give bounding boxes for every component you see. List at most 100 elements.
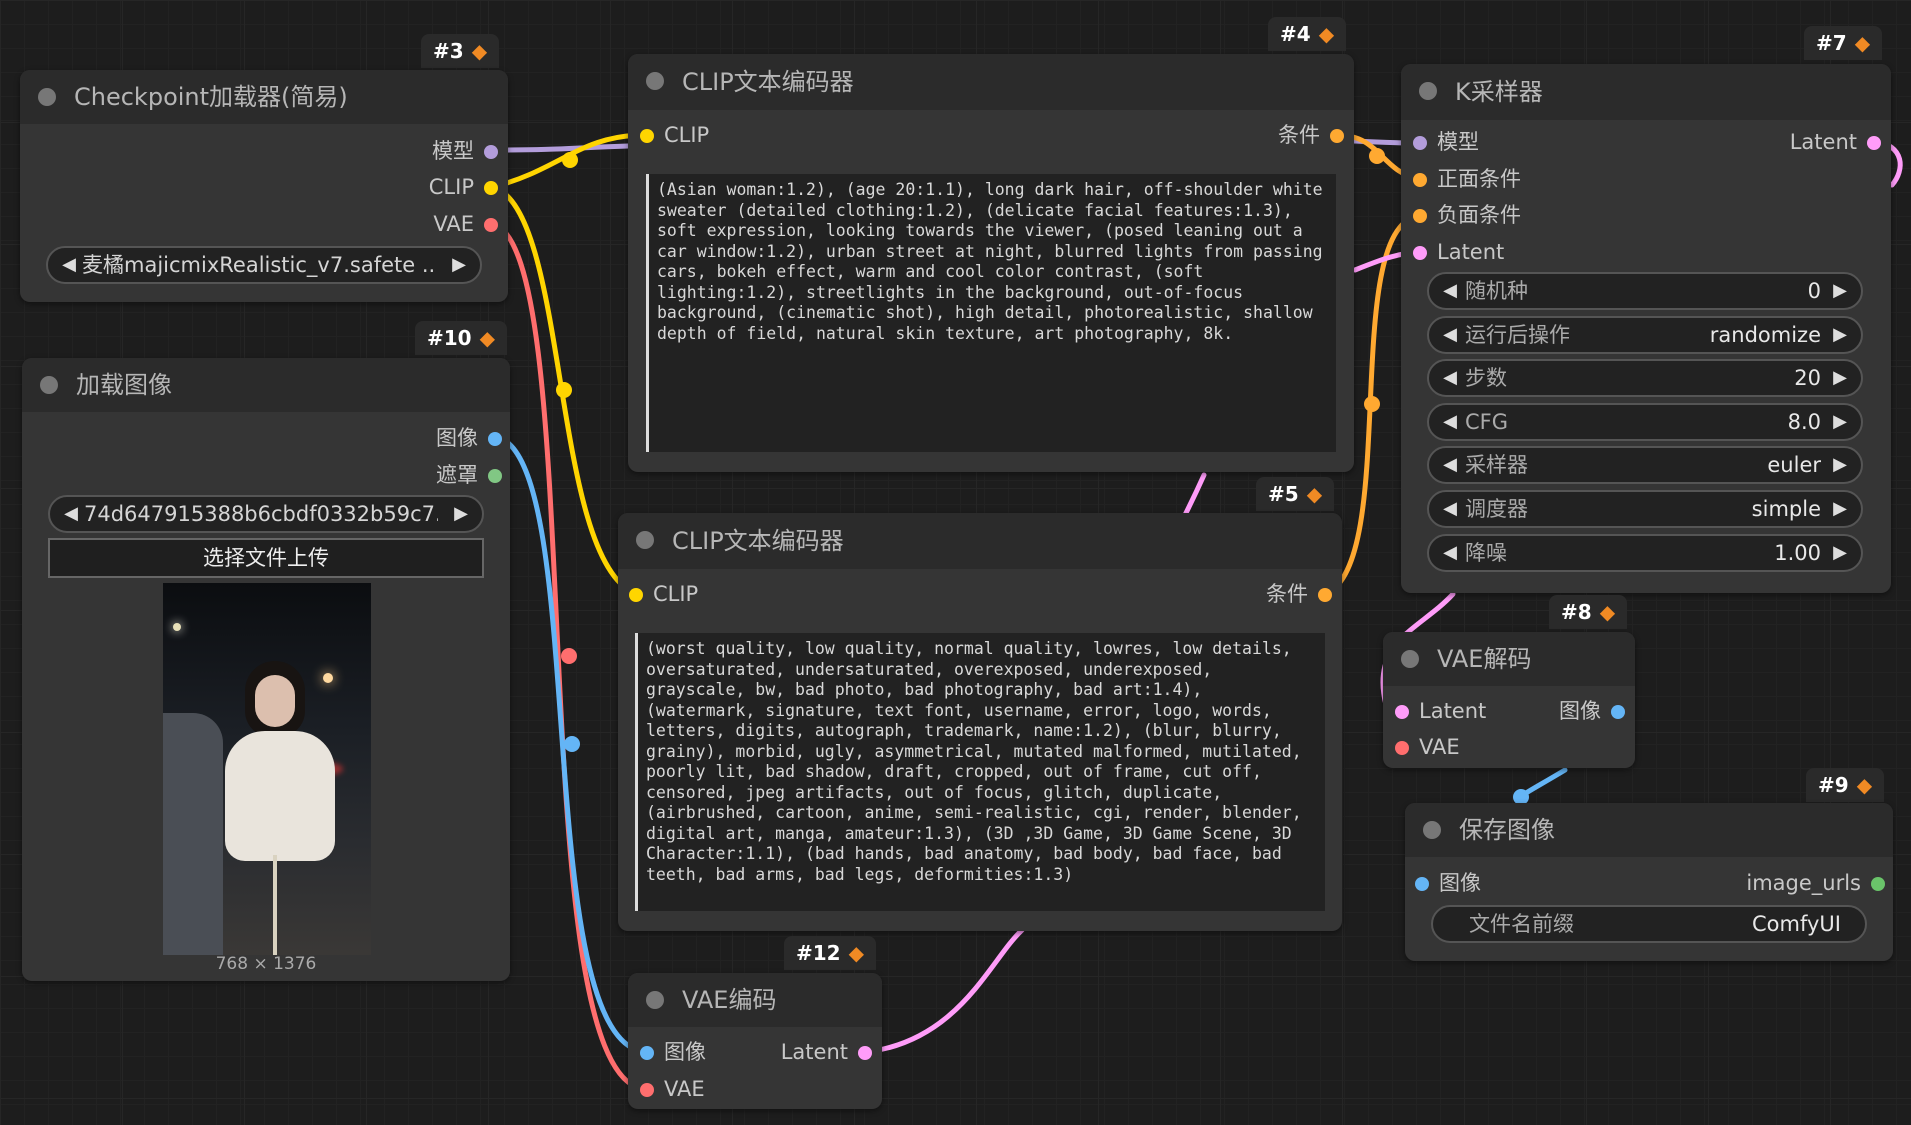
checkpoint-loader-node[interactable]: Checkpoint加载器(简易) 模型 CLIP VAE ◀ 麦橘majicm… (20, 70, 508, 302)
clip-text-encode-positive-node[interactable]: CLIP文本编码器 CLIP 条件 (Asian woman:1.2), (ag… (628, 54, 1354, 472)
arrow-right-icon[interactable]: ▶ (1825, 492, 1855, 526)
filename-prefix-widget[interactable]: 文件名前缀 ComfyUI (1431, 905, 1867, 943)
input-negative[interactable]: 负面条件 (1413, 200, 1521, 230)
collapse-dot-icon[interactable] (1423, 821, 1441, 839)
clip-text-encode-negative-node[interactable]: CLIP文本编码器 CLIP 条件 (worst quality, low qu… (618, 513, 1342, 931)
input-latent[interactable]: Latent (1395, 696, 1486, 726)
input-model[interactable]: 模型 (1413, 127, 1479, 157)
slot-dot-icon[interactable] (1318, 588, 1332, 602)
node-title[interactable]: 加载图像 (22, 358, 510, 412)
collapse-dot-icon[interactable] (40, 376, 58, 394)
vae-decode-node[interactable]: VAE解码 Latent VAE 图像 (1383, 632, 1635, 768)
vae-encode-node[interactable]: VAE编码 图像 VAE Latent (628, 973, 882, 1109)
arrow-left-icon[interactable]: ◀ (1435, 448, 1465, 482)
arrow-left-icon[interactable]: ◀ (54, 248, 84, 282)
control-after-generate-widget[interactable]: ◀ 运行后操作 randomize ▶ (1427, 316, 1863, 354)
collapse-dot-icon[interactable] (646, 72, 664, 90)
prompt-textarea[interactable]: (worst quality, low quality, normal qual… (635, 633, 1325, 911)
arrow-right-icon[interactable]: ▶ (444, 248, 474, 282)
arrow-left-icon[interactable]: ◀ (1435, 318, 1465, 352)
input-latent[interactable]: Latent (1413, 237, 1504, 267)
arrow-right-icon[interactable]: ▶ (1825, 318, 1855, 352)
output-image[interactable]: 图像 (1559, 696, 1625, 726)
slot-dot-icon[interactable] (1871, 877, 1885, 891)
arrow-right-icon[interactable]: ▶ (1825, 274, 1855, 308)
ckpt-name-combo[interactable]: ◀ 麦橘majicmixRealistic_v7.safete ... ▶ (46, 246, 482, 284)
node-title[interactable]: 保存图像 (1405, 803, 1893, 857)
sampler-widget[interactable]: ◀ 采样器 euler ▶ (1427, 446, 1863, 484)
slot-dot-icon[interactable] (1395, 741, 1409, 755)
slot-dot-icon[interactable] (1413, 209, 1427, 223)
slot-dot-icon[interactable] (640, 1046, 654, 1060)
input-clip[interactable]: CLIP (640, 120, 709, 150)
slot-dot-icon[interactable] (1413, 136, 1427, 150)
slot-dot-icon[interactable] (1415, 877, 1429, 891)
node-title[interactable]: VAE编码 (628, 973, 882, 1027)
arrow-right-icon[interactable]: ▶ (1825, 448, 1855, 482)
input-vae[interactable]: VAE (1395, 732, 1460, 762)
arrow-left-icon[interactable]: ◀ (56, 497, 86, 531)
slot-dot-icon[interactable] (1611, 705, 1625, 719)
slot-dot-icon[interactable] (488, 432, 502, 446)
prompt-textarea[interactable]: (Asian woman:1.2), (age 20:1.1), long da… (646, 174, 1336, 452)
output-vae[interactable]: VAE (433, 209, 498, 239)
arrow-left-icon[interactable]: ◀ (1435, 274, 1465, 308)
slot-dot-icon[interactable] (484, 218, 498, 232)
input-clip[interactable]: CLIP (629, 579, 698, 609)
output-mask[interactable]: 遮罩 (436, 460, 502, 490)
slot-dot-icon[interactable] (640, 1083, 654, 1097)
scheduler-widget[interactable]: ◀ 调度器 simple ▶ (1427, 490, 1863, 528)
collapse-dot-icon[interactable] (1419, 82, 1437, 100)
arrow-left-icon[interactable]: ◀ (1435, 405, 1465, 439)
input-image[interactable]: 图像 (1415, 868, 1481, 898)
collapse-dot-icon[interactable] (636, 531, 654, 549)
cfg-widget[interactable]: ◀ CFG 8.0 ▶ (1427, 403, 1863, 441)
input-vae[interactable]: VAE (640, 1074, 705, 1104)
slot-dot-icon[interactable] (488, 469, 502, 483)
node-title[interactable]: CLIP文本编码器 (628, 54, 1354, 110)
output-conditioning[interactable]: 条件 (1278, 120, 1344, 150)
steps-widget[interactable]: ◀ 步数 20 ▶ (1427, 359, 1863, 397)
node-title[interactable]: CLIP文本编码器 (618, 513, 1342, 569)
input-positive[interactable]: 正面条件 (1413, 164, 1521, 194)
save-image-node[interactable]: 保存图像 图像 image_urls 文件名前缀 ComfyUI (1405, 803, 1893, 961)
output-clip[interactable]: CLIP (429, 172, 498, 202)
output-latent[interactable]: Latent (781, 1037, 872, 1067)
arrow-right-icon[interactable]: ▶ (1825, 405, 1855, 439)
slot-dot-icon[interactable] (1413, 246, 1427, 260)
slot-dot-icon[interactable] (858, 1046, 872, 1060)
slot-dot-icon[interactable] (1867, 136, 1881, 150)
slot-dot-icon[interactable] (484, 181, 498, 195)
arrow-left-icon[interactable]: ◀ (1435, 492, 1465, 526)
output-latent[interactable]: Latent (1790, 127, 1881, 157)
slot-dot-icon[interactable] (1330, 129, 1344, 143)
arrow-right-icon[interactable]: ▶ (446, 497, 476, 531)
slot-dot-icon[interactable] (629, 588, 643, 602)
output-conditioning[interactable]: 条件 (1266, 579, 1332, 609)
load-image-node[interactable]: 加载图像 图像 遮罩 ◀ 74d647915388b6cbdf0332b59c7… (22, 358, 510, 981)
arrow-right-icon[interactable]: ▶ (1825, 361, 1855, 395)
slot-dot-icon[interactable] (1395, 705, 1409, 719)
ksampler-node[interactable]: K采样器 模型 正面条件 负面条件 Latent Latent ◀ 随机种 0 ▶ ◀… (1401, 64, 1891, 593)
node-title[interactable]: Checkpoint加载器(简易) (20, 70, 508, 124)
node-title[interactable]: VAE解码 (1383, 632, 1635, 686)
collapse-dot-icon[interactable] (38, 88, 56, 106)
upload-button[interactable]: 选择文件上传 (48, 538, 484, 578)
node-title[interactable]: K采样器 (1401, 64, 1891, 120)
fox-icon: ◆ (1599, 600, 1616, 624)
arrow-left-icon[interactable]: ◀ (1435, 536, 1465, 570)
output-model[interactable]: 模型 (432, 136, 498, 166)
slot-dot-icon[interactable] (640, 129, 654, 143)
output-image[interactable]: 图像 (436, 423, 502, 453)
denoise-widget[interactable]: ◀ 降噪 1.00 ▶ (1427, 534, 1863, 572)
seed-widget[interactable]: ◀ 随机种 0 ▶ (1427, 272, 1863, 310)
slot-dot-icon[interactable] (484, 145, 498, 159)
collapse-dot-icon[interactable] (646, 991, 664, 1009)
collapse-dot-icon[interactable] (1401, 650, 1419, 668)
arrow-right-icon[interactable]: ▶ (1825, 536, 1855, 570)
output-image-urls[interactable]: image_urls (1746, 868, 1885, 898)
slot-dot-icon[interactable] (1413, 173, 1427, 187)
arrow-left-icon[interactable]: ◀ (1435, 361, 1465, 395)
image-file-combo[interactable]: ◀ 74d647915388b6cbdf0332b59c7... ▶ (48, 495, 484, 533)
input-image[interactable]: 图像 (640, 1037, 706, 1067)
